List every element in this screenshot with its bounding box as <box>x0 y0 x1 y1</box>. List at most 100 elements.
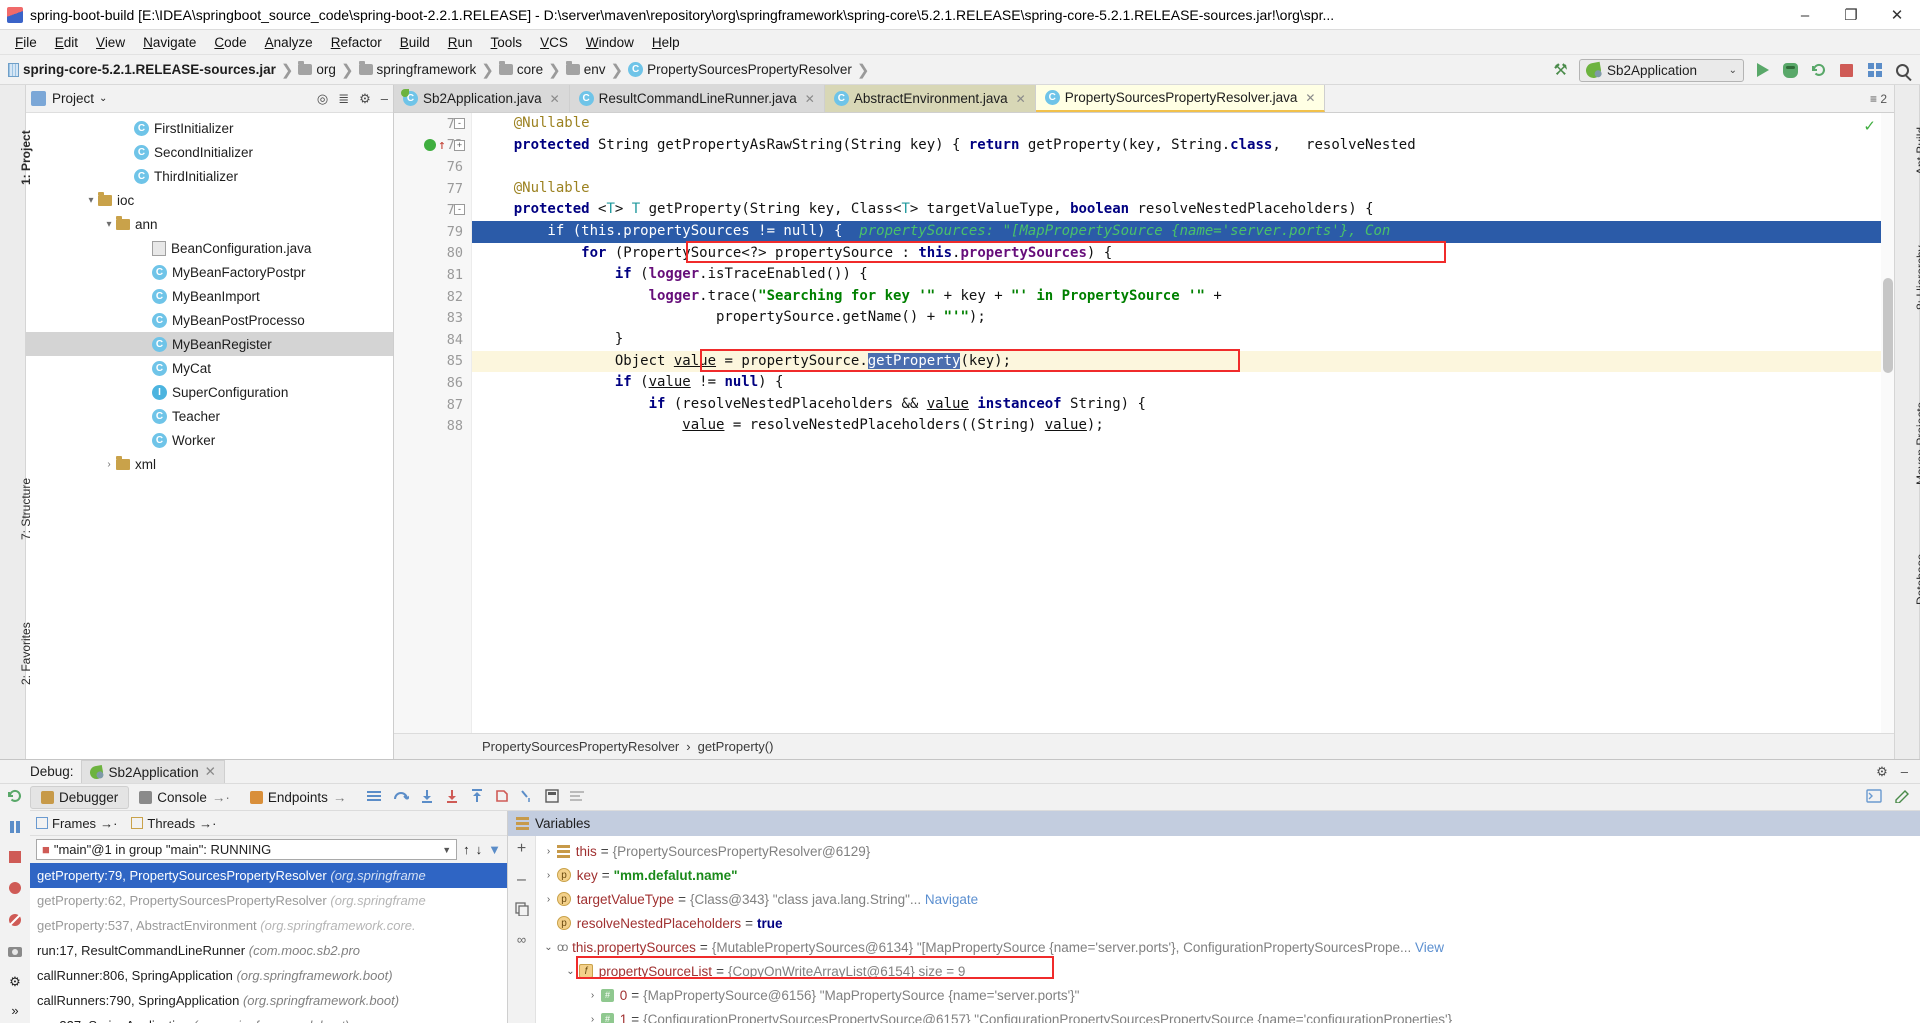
tree-item[interactable]: C FirstInitializer <box>26 116 393 140</box>
editor-tab-propertysourcespropertyresolver[interactable]: C PropertySourcesPropertyResolver.java ✕ <box>1035 85 1326 112</box>
editor-tab-abstractenvironment[interactable]: C AbstractEnvironment.java ✕ <box>824 85 1036 112</box>
tree-item[interactable]: ▾ ioc <box>26 188 393 212</box>
menu-item-analyze[interactable]: Analyze <box>256 32 322 53</box>
run-configuration-selector[interactable]: Sb2Application ⌄ <box>1579 58 1744 82</box>
code-line[interactable]: @Nullable <box>472 178 1894 200</box>
line-number[interactable]: 76 <box>394 156 471 178</box>
close-icon[interactable]: ✕ <box>805 92 815 106</box>
step-over-icon[interactable] <box>393 789 412 806</box>
close-icon[interactable]: ✕ <box>205 764 216 780</box>
drop-frame-icon[interactable] <box>495 789 509 806</box>
tree-expander[interactable]: › <box>540 846 557 857</box>
breadcrumb-item-core[interactable]: core <box>498 59 545 81</box>
navigate-link[interactable]: Navigate <box>921 892 978 907</box>
breadcrumb-item-org[interactable]: org <box>298 59 338 81</box>
code-line[interactable]: @Nullable <box>472 113 1894 135</box>
sidebar-item-database[interactable]: Database <box>1914 554 1920 605</box>
stop-icon[interactable] <box>8 850 22 867</box>
breadcrumb-item-springframework[interactable]: springframework <box>358 59 479 81</box>
tree-expander[interactable]: › <box>540 894 557 905</box>
editor-tab-resultcommandlinerunner[interactable]: C ResultCommandLineRunner.java ✕ <box>569 85 825 112</box>
editor-scrollbar[interactable] <box>1881 113 1894 733</box>
console-icon[interactable] <box>1866 788 1882 806</box>
evaluate-expression-icon[interactable] <box>545 788 560 806</box>
variable-row[interactable]: › # 1 = {ConfigurationPropertySourcesProper… <box>536 1007 1920 1023</box>
variable-row[interactable]: › p targetValueType = {Class@343} "class ja… <box>536 887 1920 911</box>
run-to-cursor-icon[interactable] <box>520 789 534 806</box>
maximize-button[interactable]: ❐ <box>1828 0 1874 30</box>
variable-row[interactable]: › # 0 = {MapPropertySource@6156} "MapProper… <box>536 983 1920 1007</box>
frame-row[interactable]: callRunners:790, SpringApplication (org.… <box>30 988 507 1013</box>
tree-expander[interactable]: › <box>540 870 557 881</box>
rerun-icon[interactable] <box>1809 61 1828 80</box>
close-button[interactable]: ✕ <box>1874 0 1920 30</box>
tree-item[interactable]: C MyBeanPostProcesso <box>26 308 393 332</box>
tree-item[interactable]: I SuperConfiguration <box>26 380 393 404</box>
line-number[interactable]: 87 <box>394 394 471 416</box>
code-line[interactable]: logger.trace("Searching for key '" + key… <box>472 286 1894 308</box>
breadcrumb-item-spring-core-5-2-1-release-sources-jar[interactable]: spring-core-5.2.1.RELEASE-sources.jar <box>8 59 278 81</box>
tree-item[interactable]: C ThirdInitializer <box>26 164 393 188</box>
tree-item[interactable]: C MyBeanImport <box>26 284 393 308</box>
menu-item-vcs[interactable]: VCS <box>531 32 577 53</box>
view-breakpoints-icon[interactable] <box>7 912 23 931</box>
tree-item[interactable]: C MyCat <box>26 356 393 380</box>
menu-item-file[interactable]: File <box>6 32 46 53</box>
menu-item-run[interactable]: Run <box>439 32 482 53</box>
line-number[interactable]: 81 <box>394 264 471 286</box>
frame-row[interactable]: callRunner:806, SpringApplication (org.s… <box>30 963 507 988</box>
tree-item[interactable]: C Teacher <box>26 404 393 428</box>
step-out-icon[interactable] <box>470 788 484 806</box>
line-number[interactable]: 88 <box>394 415 471 437</box>
code-line[interactable]: for (PropertySource<?> propertySource : … <box>472 243 1894 265</box>
menu-item-window[interactable]: Window <box>577 32 643 53</box>
variable-row[interactable]: ⌄ f propertySourceList = {CopyOnWriteArrayL… <box>536 959 1920 983</box>
tree-expander[interactable]: ⌄ <box>562 966 579 977</box>
search-icon[interactable] <box>1893 61 1912 80</box>
frames-tab[interactable]: Frames →· <box>36 816 117 831</box>
tree-item[interactable]: C MyBeanRegister <box>26 332 393 356</box>
tree-expander[interactable]: ▾ <box>84 195 98 206</box>
editor-tabs-overflow[interactable]: ≡ 2 <box>1870 85 1894 112</box>
code-line[interactable]: protected <T> T getProperty(String key, … <box>472 199 1894 221</box>
collapse-icon[interactable]: ≣ <box>338 91 349 107</box>
code-line[interactable]: if (logger.isTraceEnabled()) { <box>472 264 1894 286</box>
editor-tab-sb2application[interactable]: C Sb2Application.java ✕ <box>394 85 570 112</box>
tree-item[interactable]: C MyBeanFactoryPostpr <box>26 260 393 284</box>
frame-row[interactable]: getProperty:62, PropertySourcesPropertyR… <box>30 888 507 913</box>
show-execution-point-icon[interactable] <box>366 789 382 806</box>
menu-item-view[interactable]: View <box>87 32 134 53</box>
code-line[interactable]: value = resolveNestedPlaceholders((Strin… <box>472 415 1894 437</box>
menu-item-code[interactable]: Code <box>205 32 255 53</box>
editor-breadcrumb-item[interactable]: getProperty() <box>698 739 774 754</box>
tree-expander[interactable]: ▾ <box>102 219 116 230</box>
tree-expander[interactable]: › <box>102 459 116 470</box>
variables-tree[interactable]: › this = {PropertySourcesPropertyResolver@… <box>536 836 1920 1023</box>
line-number[interactable]: 83 <box>394 307 471 329</box>
gear-icon[interactable]: ⚙ <box>359 91 371 107</box>
frame-row[interactable]: getProperty:537, AbstractEnvironment (or… <box>30 913 507 938</box>
menu-item-build[interactable]: Build <box>391 32 439 53</box>
line-number[interactable]: 84 <box>394 329 471 351</box>
step-into-icon[interactable] <box>420 789 434 806</box>
scrollbar-thumb[interactable] <box>1883 278 1893 373</box>
sidebar-item-ant-build[interactable]: Ant Build <box>1914 127 1920 175</box>
minimize-icon[interactable]: – <box>381 91 388 106</box>
code-line[interactable]: if (resolveNestedPlaceholders && value i… <box>472 394 1894 416</box>
variable-row[interactable]: ⌄ oo this.propertySources = {MutablePropert… <box>536 935 1920 959</box>
code-editor[interactable]: 72↑7376777879808182838485868788-+- @Null… <box>394 113 1894 733</box>
tree-item[interactable]: ▾ ann <box>26 212 393 236</box>
hammer-icon[interactable]: ⚒ <box>1551 61 1570 80</box>
minimize-button[interactable]: – <box>1782 0 1828 30</box>
debugger-tab-console[interactable]: Console →· <box>129 787 240 808</box>
tree-item[interactable]: C Worker <box>26 428 393 452</box>
breakpoint-icon[interactable] <box>424 139 436 152</box>
filter-icon[interactable]: ▼ <box>488 842 501 857</box>
code-line[interactable]: if (value != null) { <box>472 372 1894 394</box>
rerun-icon[interactable] <box>7 788 23 807</box>
tree-item[interactable]: › xml <box>26 452 393 476</box>
line-number[interactable]: 79 <box>394 221 471 243</box>
code-line[interactable] <box>472 156 1894 178</box>
variable-row[interactable]: › p key = "mm.defalut.name" <box>536 863 1920 887</box>
chevron-down-icon[interactable]: ⌄ <box>99 93 107 104</box>
